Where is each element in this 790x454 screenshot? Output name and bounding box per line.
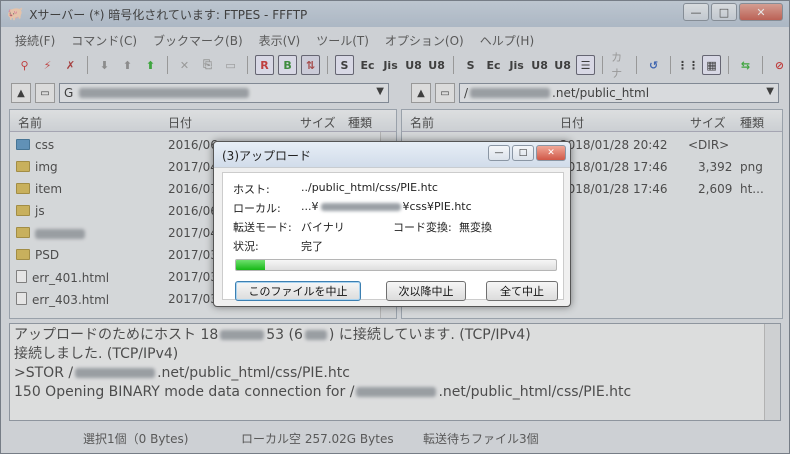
dialog-title: (3)アップロード	[222, 149, 311, 163]
mode-value: バイナリ	[301, 221, 345, 234]
mode-label: 転送モード:	[233, 221, 292, 234]
upload-dialog: (3)アップロード — □ ✕ ホスト: ../public_html/css/…	[213, 141, 571, 307]
cancel-remaining-button[interactable]: 次以降中止	[386, 281, 466, 301]
dialog-body: ホスト: ../public_html/css/PIE.htc ローカル: ..…	[222, 172, 564, 301]
dialog-minimize-button[interactable]: —	[488, 145, 510, 161]
progress-fill	[236, 260, 265, 270]
host-label: ホスト:	[233, 183, 270, 196]
upload-progress-bar	[235, 259, 557, 271]
code-value: 無変換	[459, 221, 492, 234]
state-value: 完了	[301, 240, 323, 253]
cancel-all-button[interactable]: 全て中止	[486, 281, 558, 301]
local-value: ...¥ ¥css¥PIE.htc	[301, 200, 472, 213]
redacted-text	[320, 203, 401, 211]
host-value: ../public_html/css/PIE.htc	[301, 181, 438, 194]
dialog-close-button[interactable]: ✕	[536, 145, 566, 161]
code-label: コード変換:	[393, 221, 452, 234]
cancel-file-button[interactable]: このファイルを中止	[235, 281, 361, 301]
state-label: 状況:	[233, 240, 259, 253]
dialog-title-bar: (3)アップロード — □ ✕	[214, 142, 570, 168]
local-label: ローカル:	[233, 202, 281, 215]
dialog-maximize-button[interactable]: □	[512, 145, 534, 161]
